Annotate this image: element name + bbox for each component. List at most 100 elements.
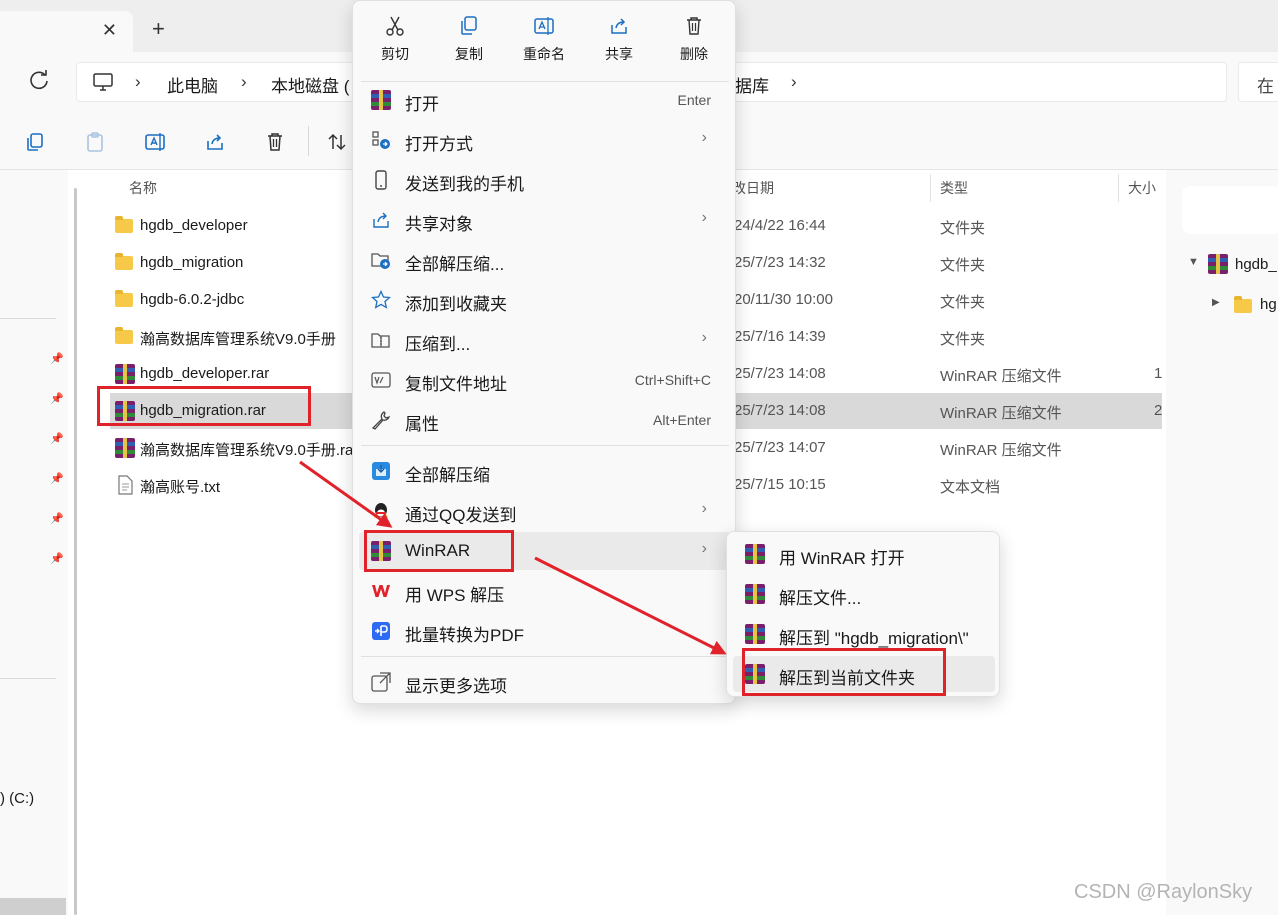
menu-item-share-with[interactable]: 共享对象 › <box>359 201 731 239</box>
tree-collapse-icon[interactable]: ▶ <box>1212 297 1220 308</box>
column-header-name[interactable]: 名称 <box>129 178 157 198</box>
share-icon <box>373 212 389 228</box>
submenu-arrow-icon: › <box>701 540 707 557</box>
file-type: 文件夹 <box>940 220 986 237</box>
compress-icon <box>371 333 390 348</box>
explorer-tab[interactable]: ✕ <box>0 11 133 52</box>
menu-item-add-favorite[interactable]: 添加到收藏夹 <box>359 281 731 319</box>
menu-item-wps-extract[interactable]: 用 WPS 解压 <box>359 572 731 610</box>
menu-item-convert-pdf[interactable]: 批量转换为PDF <box>359 612 731 650</box>
menu-item-more-options[interactable]: 显示更多选项 <box>359 663 731 701</box>
menu-item-properties[interactable]: 属性 Alt+Enter <box>359 401 731 439</box>
menu-item-label: 添加到收藏夹 <box>405 295 507 314</box>
breadcrumb-database[interactable]: 据库 <box>735 72 769 97</box>
menu-item-label: 用 WPS 解压 <box>405 586 505 605</box>
drive-c-label[interactable]: ) (C:) <box>0 790 34 807</box>
winrar-icon <box>745 624 765 644</box>
copy-button[interactable]: 复制 <box>439 15 499 64</box>
menu-item-open-with[interactable]: 打开方式 › <box>359 121 731 159</box>
column-header-type[interactable]: 类型 <box>940 178 968 198</box>
file-type: WinRAR 压缩文件 <box>940 368 1062 385</box>
nav-scrollbar[interactable] <box>74 188 77 915</box>
cut-button[interactable]: 剪切 <box>365 15 425 64</box>
menu-item-label: 全部解压缩... <box>405 255 505 274</box>
breadcrumb-separator[interactable]: › <box>241 72 247 92</box>
breadcrumb-separator[interactable]: › <box>791 72 797 92</box>
folder-icon <box>115 290 135 310</box>
nav-divider <box>0 318 56 319</box>
breadcrumb-separator[interactable]: › <box>135 72 141 92</box>
file-type: 文件夹 <box>940 294 986 311</box>
menu-item-label: 属性 <box>405 415 439 434</box>
file-type: WinRAR 压缩文件 <box>940 442 1062 459</box>
menu-item-copy-path[interactable]: 复制文件地址 Ctrl+Shift+C <box>359 361 731 399</box>
column-divider[interactable] <box>930 174 931 202</box>
menu-item-label: 压缩到... <box>405 335 471 354</box>
nav-divider <box>0 678 56 679</box>
breadcrumb-this-pc[interactable]: 此电脑 <box>167 72 218 97</box>
file-name: hgdb_migration <box>140 254 244 271</box>
delete-button[interactable]: 删除 <box>664 15 724 64</box>
menu-item-label: 批量转换为PDF <box>405 626 524 645</box>
pin-icon[interactable]: 📌 <box>50 392 64 405</box>
menu-item-open[interactable]: 打开 Enter <box>359 81 731 119</box>
submenu-item-open-with-winrar[interactable]: 用 WinRAR 打开 <box>733 536 995 572</box>
menu-item-send-via-qq[interactable]: 通过QQ发送到 › <box>359 492 731 530</box>
sort-icon[interactable] <box>326 131 348 153</box>
tree-item[interactable]: hgdb_ <box>1235 256 1277 273</box>
refresh-icon[interactable] <box>28 69 50 91</box>
pin-icon[interactable]: 📌 <box>50 552 64 565</box>
new-tab-button[interactable]: + <box>152 16 165 42</box>
share-button[interactable]: 共享 <box>589 15 649 64</box>
submenu-item-extract-to-folder[interactable]: 解压到 "hgdb_migration\" <box>733 616 995 652</box>
tree-expand-icon[interactable]: ▼ <box>1188 256 1199 268</box>
file-name: 瀚高数据库管理系统V9.0手册.ra <box>140 442 354 459</box>
file-size: 2 <box>1154 402 1163 419</box>
menu-item-label: 通过QQ发送到 <box>405 506 517 525</box>
more-options-icon <box>371 672 391 692</box>
pin-icon[interactable]: 📌 <box>50 512 64 525</box>
menu-item-label: 发送到我的手机 <box>405 175 524 194</box>
folder-icon <box>115 327 135 347</box>
phone-icon <box>375 170 387 190</box>
menu-item-extract-all[interactable]: 全部解压缩 <box>359 452 731 490</box>
menu-item-label: 打开 <box>405 95 439 114</box>
toolbar-separator <box>308 126 309 156</box>
menu-item-label: 共享对象 <box>405 215 473 234</box>
copy-icon[interactable] <box>24 131 46 153</box>
nav-bottom-item[interactable] <box>0 898 66 915</box>
close-tab-icon[interactable]: ✕ <box>102 20 117 41</box>
menu-item-send-to-phone[interactable]: 发送到我的手机 <box>359 161 731 199</box>
share-icon[interactable] <box>204 131 226 153</box>
file-type: 文本文档 <box>940 479 1001 496</box>
paste-icon[interactable] <box>84 131 106 153</box>
column-header-size[interactable]: 大小 <box>1128 178 1156 198</box>
details-search-box[interactable] <box>1182 186 1278 234</box>
delete-icon[interactable] <box>264 131 286 153</box>
submenu-arrow-icon: › <box>701 500 707 517</box>
rename-button[interactable]: 重命名 <box>514 15 574 64</box>
menu-divider <box>361 445 729 446</box>
file-date: 25/7/15 10:15 <box>734 476 826 493</box>
column-header-date[interactable]: 改日期 <box>732 178 774 198</box>
file-date: 25/7/23 14:07 <box>734 439 826 456</box>
rename-icon[interactable] <box>144 131 166 153</box>
pdf-icon <box>372 622 390 640</box>
highlight-extract-here <box>742 648 946 696</box>
file-type: 文件夹 <box>940 331 986 348</box>
pin-icon[interactable]: 📌 <box>50 472 64 485</box>
context-menu-actions: 剪切 复制 重命名 共享 删除 <box>353 1 737 81</box>
search-input[interactable]: 在 <box>1238 62 1278 102</box>
breadcrumb-local-disk[interactable]: 本地磁盘 ( <box>271 72 349 97</box>
file-date: 25/7/23 14:08 <box>734 402 826 419</box>
pin-icon[interactable]: 📌 <box>50 352 64 365</box>
file-name: 瀚高数据库管理系统V9.0手册 <box>140 331 336 348</box>
menu-item-compress-to[interactable]: 压缩到... › <box>359 321 731 359</box>
submenu-item-extract-files[interactable]: 解压文件... <box>733 576 995 612</box>
menu-item-extract-all-dialog[interactable]: 全部解压缩... <box>359 241 731 279</box>
tree-item[interactable]: hg <box>1260 296 1277 313</box>
column-divider[interactable] <box>1118 174 1119 202</box>
pin-icon[interactable]: 📌 <box>50 432 64 445</box>
share-icon <box>611 18 627 34</box>
open-with-icon <box>372 131 390 149</box>
